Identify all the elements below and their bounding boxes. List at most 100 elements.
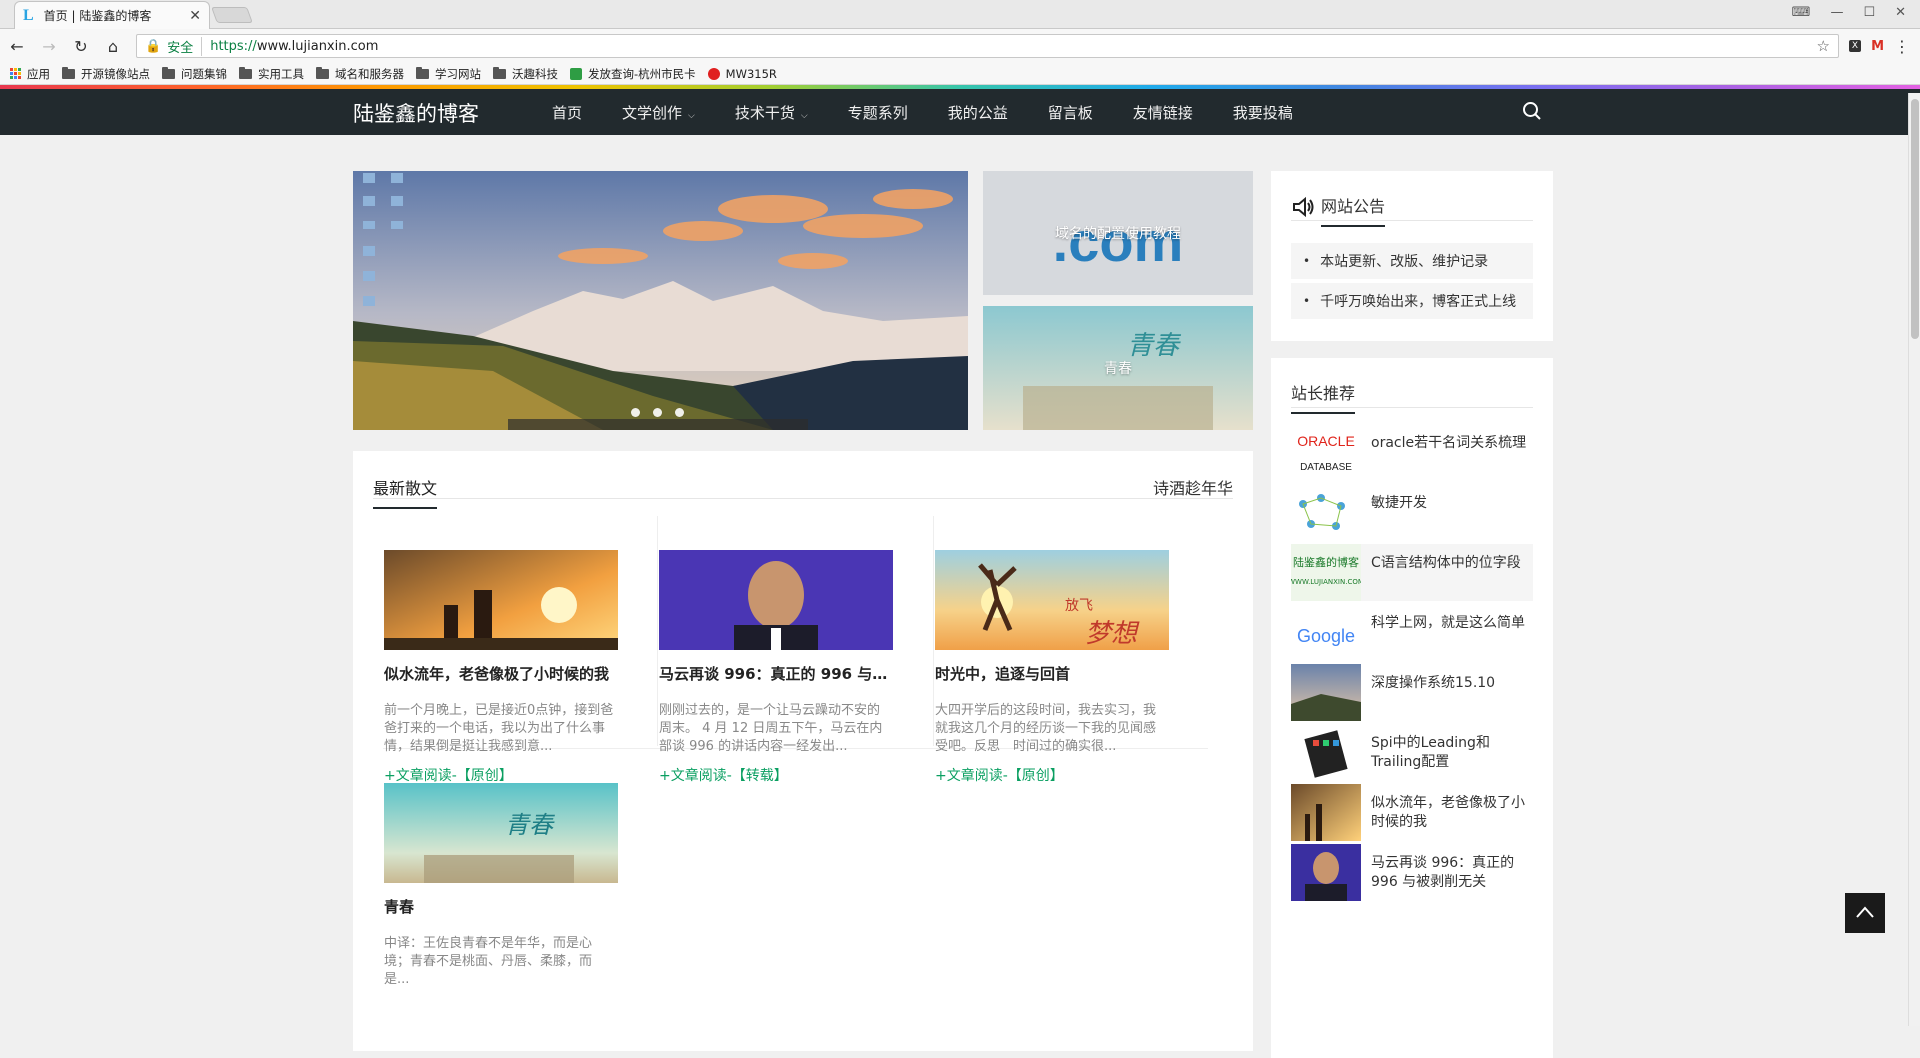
featured-card-domain[interactable]: .com 域名的配置使用教程 <box>983 171 1253 295</box>
maximize-icon[interactable]: ☐ <box>1863 5 1875 20</box>
reload-icon[interactable]: ↻ <box>70 37 92 56</box>
home-icon[interactable]: ⌂ <box>102 37 124 56</box>
chevron-up-icon <box>1856 906 1874 918</box>
post-thumbnail[interactable] <box>659 550 893 650</box>
read-more-link[interactable]: +文章阅读-【原创】 <box>384 765 613 785</box>
rec-title[interactable]: C语言结构体中的位字段 <box>1371 554 1521 573</box>
rec-title[interactable]: 深度操作系统15.10 <box>1371 674 1495 693</box>
chevron-down-icon: ⌵ <box>688 110 695 121</box>
close-window-icon[interactable]: ✕ <box>1895 5 1906 20</box>
rec-thumbnail[interactable]: 陆鉴鑫的博客 WWW.LUJIANXIN.COM <box>1291 544 1361 601</box>
back-to-top-button[interactable] <box>1845 893 1885 933</box>
post-thumbnail[interactable] <box>384 550 618 650</box>
green-app-icon <box>570 67 582 80</box>
browser-tab[interactable]: L 首页 | 陆鉴鑫的博客 ✕ <box>14 1 210 29</box>
slider-dot[interactable] <box>631 408 640 417</box>
rec-thumbnail[interactable]: Google <box>1291 604 1361 661</box>
post-card[interactable]: 似水流年，老爸像极了小时候的我 前一个月晚上，已是接近0点钟，接到爸爸打来的一个… <box>353 550 618 785</box>
hero-slider[interactable] <box>353 171 968 430</box>
site-brand[interactable]: 陆鉴鑫的博客 <box>353 98 479 128</box>
bookmark-item[interactable]: MW315R <box>707 67 777 81</box>
post-title[interactable]: 马云再谈 996：真正的 996 与被剥削无关 <box>659 663 891 684</box>
post-excerpt: 刚刚过去的，是一个让马云躁动不安的周末。 4 月 12 日周五下午，马云在内部谈… <box>659 703 883 754</box>
rec-title[interactable]: Spi中的Leading和Trailing配置 <box>1371 734 1533 772</box>
rec-title[interactable]: 似水流年，老爸像极了小时候的我 <box>1371 794 1533 832</box>
bookmark-item[interactable]: 应用 <box>10 66 50 82</box>
featured-card-youth[interactable]: 青春 青春 <box>983 306 1253 430</box>
tab-latest-essays[interactable]: 最新散文 <box>373 475 438 509</box>
read-more-link[interactable]: +文章阅读-【原创】 <box>935 765 1164 785</box>
post-card[interactable]: 马云再谈 996：真正的 996 与被剥削无关 刚刚过去的，是一个让马云躁动不安… <box>628 550 893 785</box>
rec-thumbnail[interactable] <box>1291 724 1361 781</box>
nav-item[interactable]: 我的公益 <box>948 102 1008 123</box>
slider-dot[interactable] <box>653 408 662 417</box>
nav-item[interactable]: 专题系列 <box>848 102 908 123</box>
lock-icon: 🔒 <box>145 38 162 54</box>
rec-item[interactable]: ORACLE DATABASE oracle若干名词关系梳理 <box>1291 424 1533 481</box>
rec-thumbnail[interactable] <box>1291 484 1361 541</box>
rec-thumbnail[interactable] <box>1291 664 1361 721</box>
new-tab-button[interactable] <box>211 7 253 23</box>
tab-close-icon[interactable]: ✕ <box>189 8 201 24</box>
bookmark-star-icon[interactable]: ☆ <box>1816 37 1829 55</box>
nav-item[interactable]: 留言板 <box>1048 102 1093 123</box>
rec-thumbnail[interactable]: ORACLE DATABASE <box>1291 424 1361 481</box>
post-card[interactable]: 放飞 梦想 时光中，追逐与回首 大四开学后的这段时间，我去实习，我就我这几个月的经… <box>904 550 1169 785</box>
page-scrollbar[interactable] <box>1908 93 1920 1026</box>
post-excerpt: 大四开学后的这段时间，我去实习，我就我这几个月的经历谈一下我的见闻感受吧。反思 … <box>935 703 1157 754</box>
tab-poetry[interactable]: 诗酒趁年华 <box>1153 475 1233 499</box>
bookmark-item[interactable]: 问题集锦 <box>162 66 227 82</box>
rec-thumbnail[interactable] <box>1291 784 1361 841</box>
oracle-logo-text: ORACLE <box>1297 433 1355 449</box>
rec-item[interactable]: 似水流年，老爸像极了小时候的我 <box>1291 784 1533 841</box>
minimize-icon[interactable]: — <box>1830 5 1843 20</box>
read-more-link[interactable]: +文章阅读-【转载】 <box>659 765 888 785</box>
bookmark-item[interactable]: 域名和服务器 <box>316 66 404 82</box>
nav-item[interactable]: 首页 <box>552 102 582 123</box>
featured-caption: 域名的配置使用教程 <box>1055 226 1181 242</box>
post-title[interactable]: 时光中，追逐与回首 <box>935 663 1167 684</box>
rec-item[interactable]: 深度操作系统15.10 <box>1291 664 1533 721</box>
bookmark-item[interactable]: 开源镜像站点 <box>62 66 150 82</box>
flyaway-small-text: 放飞 <box>1065 598 1093 614</box>
rec-item[interactable]: 敏捷开发 <box>1291 484 1533 541</box>
bookmark-item[interactable]: 发放查询-杭州市民卡 <box>570 66 696 82</box>
bookmark-item[interactable]: 学习网站 <box>416 66 481 82</box>
bookmark-item[interactable]: 沃趣科技 <box>493 66 558 82</box>
rec-item[interactable]: Google 科学上网，就是这么简单 <box>1291 604 1533 661</box>
rec-item[interactable]: Spi中的Leading和Trailing配置 <box>1291 724 1533 781</box>
keyboard-icon[interactable]: ⌨ <box>1792 5 1811 20</box>
nav-item[interactable]: 友情链接 <box>1133 102 1193 123</box>
post-card[interactable]: 青春 青春 中译：王佐良青春不是年华，而是心境；青春不是桃面、丹唇、柔膝，而是.… <box>353 783 618 989</box>
post-title[interactable]: 青春 <box>384 896 616 917</box>
extension-x-icon[interactable]: X <box>1848 40 1862 52</box>
post-thumbnail[interactable]: 放飞 梦想 <box>935 550 1169 650</box>
nav-item[interactable]: 文学创作 ⌵ <box>622 102 695 123</box>
rec-item[interactable]: 马云再谈 996：真正的 996 与被剥削无关 <box>1291 844 1533 901</box>
rec-title[interactable]: 敏捷开发 <box>1371 494 1427 513</box>
menu-dots-icon[interactable]: ⋮ <box>1894 37 1910 56</box>
post-title[interactable]: 似水流年，老爸像极了小时候的我 <box>384 663 616 684</box>
rec-thumbnail[interactable] <box>1291 844 1361 901</box>
rec-title[interactable]: oracle若干名词关系梳理 <box>1371 434 1526 453</box>
bookmark-label: 学习网站 <box>435 66 481 81</box>
back-icon[interactable]: ← <box>6 37 28 56</box>
omnibox[interactable]: 🔒 安全 https:// www.lujianxin.com ☆ <box>136 34 1839 58</box>
notice-item[interactable]: 本站更新、改版、维护记录 <box>1291 243 1533 279</box>
bookmark-item[interactable]: 实用工具 <box>239 66 304 82</box>
notice-item[interactable]: 千呼万唤始出来，博客正式上线 <box>1291 283 1533 319</box>
apps-icon <box>10 68 21 79</box>
nav-item[interactable]: 技术干货 ⌵ <box>735 102 808 123</box>
nav-item[interactable]: 我要投稿 <box>1233 102 1293 123</box>
rec-title[interactable]: 马云再谈 996：真正的 996 与被剥削无关 <box>1371 854 1533 892</box>
latest-essays-panel: 最新散文 诗酒趁年华 似水流年，老爸像极了小时候的我 前一个月晚上，已是接近0点… <box>353 451 1253 1051</box>
search-icon[interactable] <box>1522 101 1542 121</box>
rec-title[interactable]: 科学上网，就是这么简单 <box>1371 614 1525 633</box>
post-thumbnail[interactable]: 青春 <box>384 783 618 883</box>
gmail-icon[interactable]: M <box>1871 39 1884 54</box>
slider-dot[interactable] <box>675 408 684 417</box>
forward-icon[interactable]: → <box>38 37 60 56</box>
google-logo-text: Google <box>1297 626 1355 646</box>
scrollbar-thumb[interactable] <box>1911 99 1919 339</box>
rec-item[interactable]: 陆鉴鑫的博客 WWW.LUJIANXIN.COM C语言结构体中的位字段 <box>1291 544 1533 601</box>
